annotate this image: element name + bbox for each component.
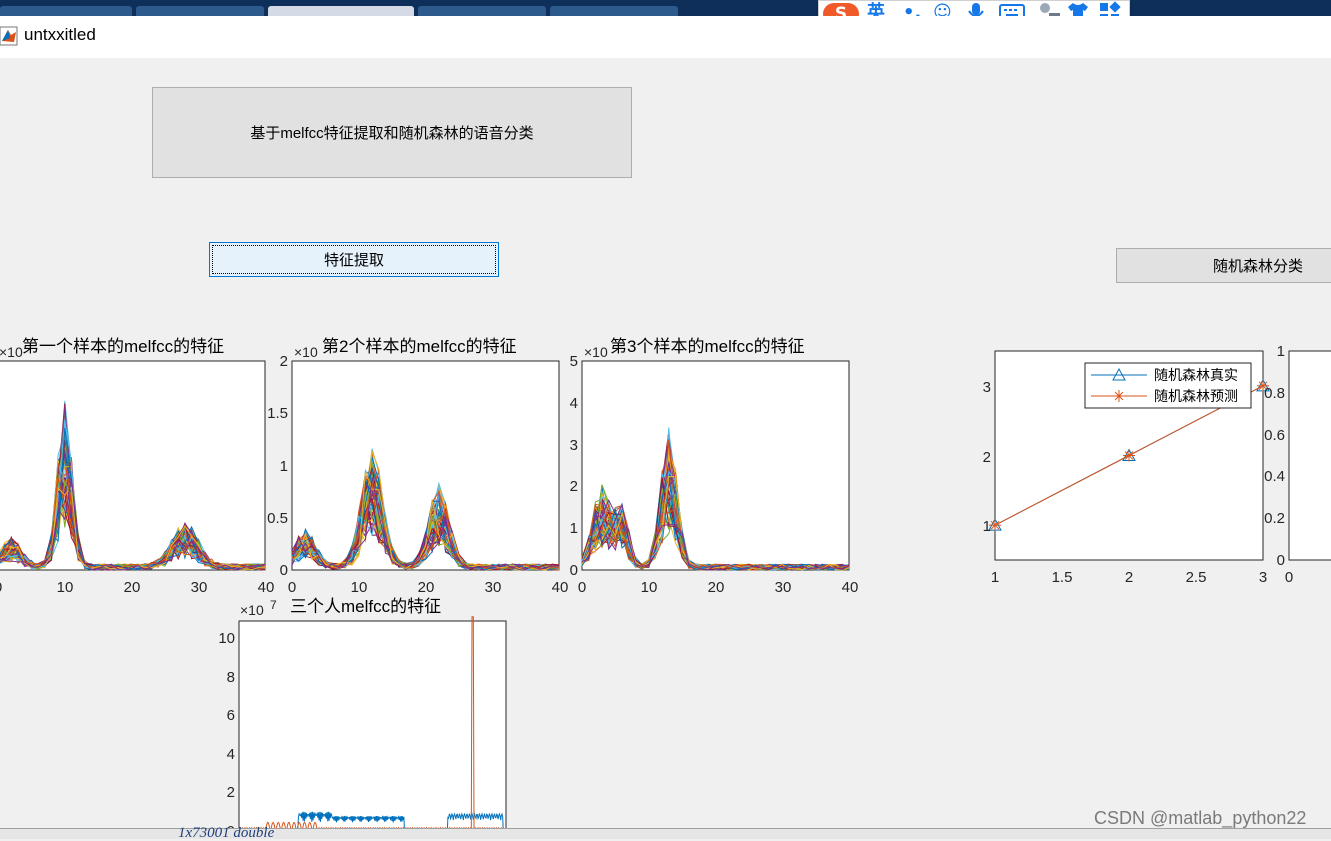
- plot2-xtick: 20: [418, 579, 435, 596]
- plot1-xtick: 20: [124, 579, 141, 596]
- plot5-xtick: 3: [1259, 569, 1267, 586]
- legend-label-pred: 随机森林预测: [1154, 388, 1238, 404]
- plot3-xtick: 20: [708, 579, 725, 596]
- plot4-axes: 2 4 6 8 10 0 ×10 7 三个人melfcc的特征: [218, 597, 507, 838]
- plot5-axes: 1 2 3 1 1.5 2 2.5 3 随机森林真实 随机森林预测: [983, 350, 1270, 586]
- plot6-ytick: 0: [1277, 552, 1285, 569]
- plot3-ytick: 0: [570, 562, 578, 579]
- plot5-xtick: 1: [991, 569, 999, 586]
- plot4-exponent-power: 7: [270, 598, 277, 612]
- plot2-ytick: 1.5: [267, 405, 288, 422]
- plot2-xtick: 0: [288, 579, 296, 596]
- plot6-ytick: 1: [1277, 343, 1285, 360]
- plot3-xtick: 10: [641, 579, 658, 596]
- plot1-xtick: 40: [258, 579, 275, 596]
- plot3-ytick: 2: [570, 478, 578, 495]
- plot2-ytick: 1: [280, 458, 288, 475]
- plot3-ytick: 1: [570, 520, 578, 537]
- plots-canvas: ×10 第一个样本的melfcc的特征 0 10 20 30 40 0 0.5 …: [0, 337, 1331, 838]
- plot1-xtick: 0: [0, 579, 2, 596]
- plot4-ytick: 8: [227, 669, 235, 686]
- plot2-ytick: 2: [280, 353, 288, 370]
- plot3-xtick: 30: [775, 579, 792, 596]
- plot4-title: 三个人melfcc的特征: [290, 597, 441, 616]
- plot6-ytick: 0.8: [1264, 385, 1285, 402]
- plot1-xtick: 10: [57, 579, 74, 596]
- legend-label-true: 随机森林真实: [1154, 367, 1238, 383]
- plot4-ytick: 2: [227, 784, 235, 801]
- plot1-axes: ×10 第一个样本的melfcc的特征 0 10 20 30 40: [0, 337, 274, 596]
- plot4-ytick: 6: [227, 707, 235, 724]
- plot5-legend: 随机森林真实 随机森林预测: [1084, 362, 1252, 409]
- plot6-ytick: 0.4: [1264, 468, 1285, 485]
- plot2-title: 第2个样本的melfcc的特征: [322, 337, 517, 356]
- plot2-xtick: 40: [552, 579, 569, 596]
- plot4-exponent: ×10: [240, 602, 264, 618]
- plot5-ytick: 3: [983, 379, 991, 396]
- plot5-xtick: 1.5: [1052, 569, 1073, 586]
- plot2-ytick: 0: [280, 562, 288, 579]
- plot5-xtick: 2: [1125, 569, 1133, 586]
- plot3-ytick: 3: [570, 437, 578, 454]
- plot3-xtick: 0: [578, 579, 586, 596]
- plot3-ytick: 4: [570, 395, 578, 412]
- plot6-xtick: 0: [1285, 569, 1293, 586]
- plot1-title: 第一个样本的melfcc的特征: [22, 337, 224, 356]
- plot3-title: 第3个样本的melfcc的特征: [610, 337, 805, 356]
- plot6-ytick: 0.2: [1264, 510, 1285, 527]
- plot2-exponent: ×10: [294, 344, 318, 360]
- plot1-xtick: 30: [191, 579, 208, 596]
- plot2-xtick: 30: [485, 579, 502, 596]
- plot4-ytick: 4: [227, 746, 235, 763]
- plot3-exponent: ×10: [584, 344, 608, 360]
- plot5-ytick: 2: [983, 449, 991, 466]
- plot5-ytick: 1: [983, 518, 991, 535]
- plot2-xtick: 10: [351, 579, 368, 596]
- plot2-axes: 0 0.5 1 1.5 2 ×10 第2个样本的melfcc的特征 0 10 2…: [267, 337, 568, 596]
- plot1-exponent: ×10: [0, 344, 23, 360]
- plot3-xtick: 40: [842, 579, 859, 596]
- plot5-xtick: 2.5: [1186, 569, 1207, 586]
- plot3-axes: 0 1 2 3 4 5 ×10 第3个样本的melfcc的特征 0 10 20 …: [570, 337, 859, 596]
- plot6-axes: 0 0.2 0.4 0.6 0.8 1 0: [1264, 343, 1331, 586]
- watermark: CSDN @matlab_python22: [1094, 808, 1307, 828]
- plot2-ytick: 0.5: [267, 510, 288, 527]
- plot6-ytick: 0.6: [1264, 427, 1285, 444]
- plot4-ytick: 10: [218, 630, 235, 647]
- plot3-ytick: 5: [570, 353, 578, 370]
